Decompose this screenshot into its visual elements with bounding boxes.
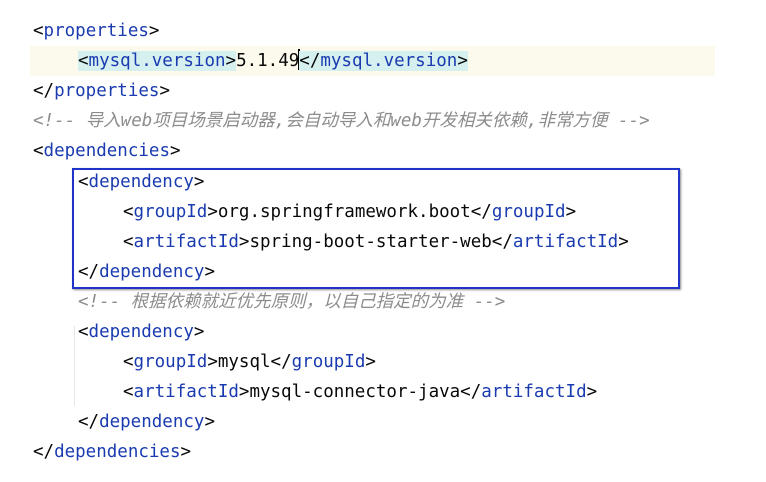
groupid-value: mysql bbox=[217, 352, 271, 372]
xml-tag-name: properties bbox=[43, 21, 149, 41]
xml-tag-name: dependencies bbox=[43, 141, 170, 161]
tag-bracket: </ bbox=[460, 382, 482, 402]
xml-tag-name: groupId bbox=[291, 352, 366, 372]
code-comment-web-starter[interactable]: <!-- 导入web项目场景启动器,会自动导入和web开发相关依赖,非常方便 -… bbox=[33, 106, 650, 136]
code-line-groupid[interactable]: <groupId>mysql</groupId> bbox=[123, 347, 376, 377]
code-line-dependencies-close[interactable]: </dependencies> bbox=[33, 437, 191, 467]
tag-bracket: > bbox=[457, 51, 468, 71]
tag-bracket: > bbox=[365, 352, 376, 372]
tag-bracket: > bbox=[207, 352, 218, 372]
tag-bracket: < bbox=[78, 322, 89, 342]
xml-tag-name: mysql.version bbox=[88, 51, 226, 71]
tag-bracket: > bbox=[180, 442, 192, 462]
tag-bracket: > bbox=[225, 51, 237, 71]
tag-bracket: > bbox=[169, 141, 181, 161]
tag-bracket: > bbox=[193, 322, 205, 342]
code-editor[interactable]: <properties> <mysql.version>5.1.49</mysq… bbox=[0, 0, 766, 482]
tag-bracket: > bbox=[148, 21, 160, 41]
code-line-dependency-open[interactable]: <dependency> bbox=[78, 317, 204, 347]
version-value: 5.1.49 bbox=[236, 51, 300, 71]
code-line-dependency-close[interactable]: </dependency> bbox=[78, 407, 215, 437]
code-comment-proximity-rule[interactable]: <!-- 根据依赖就近优先原则，以自己指定的为准 --> bbox=[78, 287, 505, 317]
code-line-properties-open[interactable]: <properties> bbox=[33, 16, 159, 46]
tag-bracket: > bbox=[238, 382, 250, 402]
code-line-mysql-version[interactable]: <mysql.version>5.1.49</mysql.version> bbox=[78, 46, 468, 76]
annotation-highlight-box bbox=[72, 168, 680, 289]
xml-tag-name: groupId bbox=[133, 352, 208, 372]
xml-tag-name: properties bbox=[54, 81, 160, 101]
tag-bracket: </ bbox=[33, 81, 55, 101]
xml-tag-name: dependency bbox=[88, 322, 194, 342]
tag-bracket: > bbox=[586, 382, 598, 402]
tag-bracket: </ bbox=[33, 442, 55, 462]
tag-bracket: < bbox=[78, 51, 89, 71]
tag-bracket: > bbox=[204, 412, 215, 432]
tag-bracket: > bbox=[159, 81, 170, 101]
xml-tag-name: artifactId bbox=[133, 382, 239, 402]
xml-tag-name: dependency bbox=[99, 412, 205, 432]
xml-tag-name: mysql.version bbox=[320, 51, 458, 71]
xml-tag-name: dependencies bbox=[54, 442, 181, 462]
tag-bracket: </ bbox=[299, 51, 321, 71]
code-line-properties-close[interactable]: </properties> bbox=[33, 76, 170, 106]
indent-guide bbox=[74, 326, 75, 406]
matched-tag-close: </mysql.version> bbox=[299, 51, 468, 71]
tag-bracket: < bbox=[123, 352, 134, 372]
tag-bracket: < bbox=[123, 382, 134, 402]
code-line-artifactid[interactable]: <artifactId>mysql-connector-java</artifa… bbox=[123, 377, 597, 407]
tag-bracket: < bbox=[33, 141, 44, 161]
tag-bracket: < bbox=[33, 21, 44, 41]
code-line-dependencies-open[interactable]: <dependencies> bbox=[33, 136, 181, 166]
matched-tag-open: <mysql.version> bbox=[78, 51, 237, 71]
tag-bracket: </ bbox=[270, 352, 292, 372]
xml-tag-name: artifactId bbox=[481, 382, 587, 402]
tag-bracket: </ bbox=[78, 412, 100, 432]
artifactid-value: mysql-connector-java bbox=[249, 382, 461, 402]
